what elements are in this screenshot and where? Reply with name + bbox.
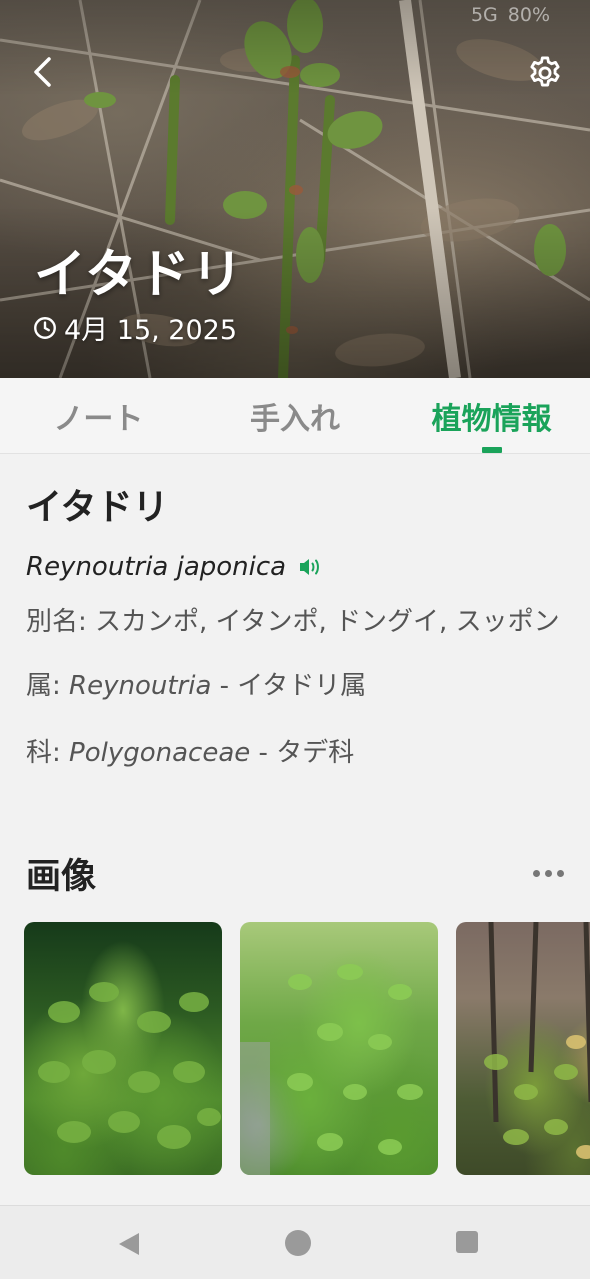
- alias-row: 別名: スカンポ, イタンポ, ドングイ, スッポン: [26, 602, 566, 643]
- images-header: 画像: [26, 848, 566, 899]
- circle-home-icon[interactable]: [285, 1230, 311, 1256]
- genus-latin: Reynoutria: [69, 671, 212, 701]
- more-options-button[interactable]: [531, 860, 566, 887]
- tab-active-indicator: [481, 447, 502, 453]
- genus-label: 属:: [26, 671, 61, 701]
- tab-notes[interactable]: ノート: [0, 378, 197, 453]
- tab-plant-info[interactable]: 植物情報: [393, 378, 590, 453]
- back-button[interactable]: [22, 52, 62, 92]
- gallery-photo-leaves: [38, 982, 221, 1149]
- alias-label: 別名:: [26, 607, 87, 637]
- more-horizontal-icon: [545, 870, 552, 877]
- battery-indicator: 80%: [507, 4, 550, 26]
- square-recent-icon[interactable]: [456, 1231, 478, 1253]
- more-horizontal-icon: [533, 870, 540, 877]
- gallery-image[interactable]: [240, 922, 438, 1175]
- more-horizontal-icon: [557, 870, 564, 877]
- chevron-left-icon: [34, 57, 51, 87]
- status-bar: 5G 80%: [0, 4, 590, 34]
- speaker-icon[interactable]: [298, 556, 324, 578]
- genus-row: 属: Reynoutria - イタドリ属: [26, 665, 566, 702]
- triangle-back-icon[interactable]: [117, 1231, 141, 1257]
- tab-label: ノート: [53, 401, 144, 437]
- plant-title: イタドリ: [34, 245, 244, 305]
- tab-bar: ノート 手入れ 植物情報: [0, 378, 590, 454]
- family-local: - タデ科: [258, 738, 355, 768]
- scientific-name-row: Reynoutria japonica: [26, 552, 566, 582]
- images-title: 画像: [26, 857, 97, 897]
- hero-image: 5G 80% イタドリ 4月 15, 2025: [0, 0, 590, 378]
- family-label: 科:: [26, 738, 61, 768]
- plant-info-section: イタドリ Reynoutria japonica 別名: スカンポ, イタンポ,…: [26, 478, 566, 769]
- family-latin: Polygonaceae: [69, 738, 251, 768]
- clock-icon: [34, 316, 56, 339]
- date-text: 4月 15, 2025: [64, 315, 237, 346]
- tab-label: 植物情報: [431, 401, 552, 437]
- gallery-image[interactable]: [456, 922, 590, 1175]
- family-row: 科: Polygonaceae - タデ科: [26, 732, 566, 769]
- alias-values: スカンポ, イタンポ, ドングイ, スッポン: [95, 607, 560, 637]
- settings-button[interactable]: [524, 52, 566, 94]
- network-indicator: 5G: [470, 4, 498, 26]
- tab-care[interactable]: 手入れ: [197, 378, 394, 453]
- plant-common-name: イタドリ: [26, 487, 169, 528]
- system-nav-bar: [0, 1205, 590, 1279]
- tab-label: 手入れ: [250, 401, 340, 437]
- gallery-image[interactable]: [24, 922, 222, 1175]
- gallery-photo-forest: [484, 922, 590, 1159]
- genus-local: - イタドリ属: [219, 671, 367, 701]
- gear-icon: [530, 56, 560, 87]
- capture-date: 4月 15, 2025: [32, 308, 237, 347]
- image-gallery: [24, 922, 590, 1176]
- gallery-photo-bush: [240, 964, 423, 1175]
- scientific-name: Reynoutria japonica: [26, 552, 287, 582]
